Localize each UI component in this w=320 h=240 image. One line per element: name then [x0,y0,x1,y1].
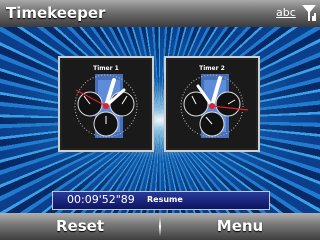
timer-1-face: Timer 1 [62,60,150,148]
timer-2-dial-icon [180,74,249,138]
resume-button[interactable]: Resume [147,195,183,204]
timer-2-panel[interactable]: Timer 2 [164,56,260,152]
menu-softkey[interactable]: Menu [200,213,280,240]
input-mode-indicator[interactable]: abc [276,6,296,19]
timer-1-panel[interactable]: Timer 1 [58,56,154,152]
timer-2-face: Timer 2 [168,60,256,148]
timekeeper-screen: Timekeeper abc Timer 1 Timer 2 00:09'52"… [0,0,320,240]
title-bar: Timekeeper abc [0,0,320,28]
signal-strength-icon[interactable] [302,5,316,22]
softkey-divider [159,217,161,236]
background-burst [0,27,320,213]
elapsed-time: 00:09'52"89 [67,193,135,206]
timer-1-label: Timer 1 [93,65,119,72]
softkey-bar: Reset Menu [0,213,320,240]
timer-2-label: Timer 2 [199,65,225,72]
timer-status-bar: 00:09'52"89 Resume [52,191,270,210]
timer-1-dial-icon [74,74,138,138]
app-title: Timekeeper [6,4,106,22]
reset-softkey[interactable]: Reset [40,213,120,240]
